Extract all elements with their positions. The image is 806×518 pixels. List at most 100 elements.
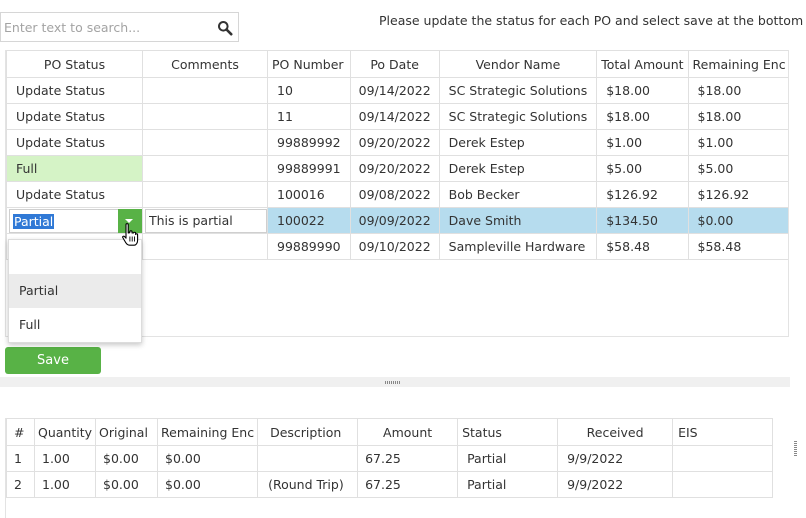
remaining-enc-cell: $18.00 — [687, 77, 788, 104]
remaining-enc-cell: $5.00 — [687, 155, 788, 182]
original-cell: $0.00 — [95, 471, 159, 498]
col-header-comments[interactable]: Comments — [142, 50, 268, 78]
table-row[interactable]: Update Status 11 09/14/2022 SC Strategic… — [6, 103, 788, 130]
po-date-cell: 09/20/2022 — [349, 155, 440, 182]
remaining-enc-cell: $58.48 — [687, 233, 788, 260]
col-header-remaining-enc[interactable]: Remaining Enc — [157, 418, 259, 446]
vendor-name-cell: SC Strategic Solutions — [438, 77, 598, 104]
po-number-cell: 10 — [267, 77, 351, 104]
table-row[interactable]: Update Status 100016 09/08/2022 Bob Beck… — [6, 181, 788, 208]
po-number-cell: 99889990 — [267, 233, 351, 260]
po-status-cell[interactable]: Update Status — [6, 103, 143, 130]
comments-cell[interactable] — [142, 233, 268, 260]
vendor-name-cell: SC Strategic Solutions — [438, 103, 598, 130]
search-box[interactable] — [0, 12, 239, 42]
po-date-cell: 09/20/2022 — [349, 129, 440, 156]
comments-cell[interactable] — [142, 181, 268, 208]
remaining-enc-cell: $1.00 — [687, 129, 788, 156]
received-cell: 9/9/2022 — [557, 471, 674, 498]
status-select-value: Partial — [13, 213, 55, 229]
quantity-cell: 1.00 — [33, 445, 97, 472]
received-cell: 9/9/2022 — [557, 445, 674, 472]
status-cell: Partial — [457, 471, 559, 498]
eis-cell — [672, 471, 774, 498]
quantity-cell: 1.00 — [33, 471, 97, 498]
po-grid-header-row: PO Status Comments PO Number Po Date Ven… — [6, 50, 788, 78]
po-number-cell: 100022 — [267, 207, 351, 234]
vendor-name-cell: Derek Estep — [438, 129, 598, 156]
dropdown-option-full[interactable]: Full — [9, 308, 141, 342]
table-row[interactable]: Update Status 10 09/14/2022 SC Strategic… — [6, 77, 788, 104]
dropdown-option-partial[interactable]: Partial — [9, 274, 141, 308]
po-number-cell: 99889992 — [267, 129, 351, 156]
comments-cell[interactable] — [142, 77, 268, 104]
comments-cell[interactable] — [142, 155, 268, 182]
total-amount-cell: $58.48 — [596, 233, 689, 260]
save-button[interactable]: Save — [5, 347, 101, 374]
search-icon[interactable] — [217, 20, 233, 36]
col-header-quantity[interactable]: Quantity — [33, 418, 97, 446]
vendor-name-cell: Derek Estep — [438, 155, 598, 182]
po-date-cell: 09/14/2022 — [349, 77, 440, 104]
col-header-number[interactable]: # — [6, 418, 35, 446]
detail-grid: # Quantity Original Remaining Enc Descri… — [5, 418, 790, 518]
total-amount-cell: $18.00 — [596, 103, 689, 130]
splitter-grip-icon[interactable] — [385, 381, 401, 384]
po-status-cell[interactable]: Full — [6, 155, 143, 182]
po-status-cell[interactable]: Update Status — [6, 77, 143, 104]
vendor-name-cell: Dave Smith — [438, 207, 598, 234]
po-date-cell: 09/10/2022 — [349, 233, 440, 260]
status-cell: Partial — [457, 445, 559, 472]
col-header-status[interactable]: Status — [457, 418, 559, 446]
po-status-cell[interactable]: Update Status — [6, 181, 143, 208]
col-header-po-number[interactable]: PO Number — [267, 50, 351, 78]
col-header-original[interactable]: Original — [95, 418, 159, 446]
po-status-cell[interactable]: Update Status — [6, 129, 143, 156]
table-row[interactable]: 1 1.00 $0.00 $0.00 67.25 Partial 9/9/202… — [6, 445, 774, 472]
col-header-remaining-enc[interactable]: Remaining Enc — [687, 50, 788, 78]
search-input[interactable] — [4, 17, 204, 37]
total-amount-cell: $134.50 — [596, 207, 689, 234]
total-amount-cell: $126.92 — [596, 181, 689, 208]
row-number-cell: 2 — [6, 471, 35, 498]
table-row[interactable]: Full 99889991 09/20/2022 Derek Estep $5.… — [6, 155, 788, 182]
comments-cell[interactable] — [142, 207, 268, 234]
amount-cell: 67.25 — [357, 445, 459, 472]
comments-input[interactable] — [145, 208, 267, 233]
remaining-enc-cell: $0.00 — [157, 445, 259, 472]
detail-grid-header-row: # Quantity Original Remaining Enc Descri… — [6, 418, 774, 446]
amount-cell: 67.25 — [357, 471, 459, 498]
vertical-splitter-grip-icon[interactable] — [794, 441, 797, 457]
description-cell: (Round Trip) — [257, 471, 359, 498]
remaining-enc-cell: $0.00 — [157, 471, 259, 498]
col-header-vendor-name[interactable]: Vendor Name — [438, 50, 598, 78]
pane-splitter[interactable] — [0, 377, 790, 387]
col-header-total-amount[interactable]: Total Amount — [596, 50, 689, 78]
col-header-po-status[interactable]: PO Status — [6, 50, 143, 78]
row-number-cell: 1 — [6, 445, 35, 472]
table-row[interactable]: Update Status 99889992 09/20/2022 Derek … — [6, 129, 788, 156]
comments-cell[interactable] — [142, 103, 268, 130]
col-header-received[interactable]: Received — [557, 418, 674, 446]
total-amount-cell: $5.00 — [596, 155, 689, 182]
table-row[interactable]: 2 1.00 $0.00 $0.00 (Round Trip) 67.25 Pa… — [6, 471, 774, 498]
po-date-cell: 09/14/2022 — [349, 103, 440, 130]
po-date-cell: 09/08/2022 — [349, 181, 440, 208]
po-number-cell: 99889991 — [267, 155, 351, 182]
total-amount-cell: $1.00 — [596, 129, 689, 156]
vendor-name-cell: Bob Becker — [438, 181, 598, 208]
col-header-eis[interactable]: EIS — [672, 418, 774, 446]
col-header-po-date[interactable]: Po Date — [349, 50, 440, 78]
remaining-enc-cell: $126.92 — [687, 181, 788, 208]
po-date-cell: 09/09/2022 — [349, 207, 440, 234]
col-header-amount[interactable]: Amount — [357, 418, 459, 446]
remaining-enc-cell: $18.00 — [687, 103, 788, 130]
po-number-cell: 100016 — [267, 181, 351, 208]
instructions-text: Please update the status for each PO and… — [379, 13, 804, 28]
description-cell — [257, 445, 359, 472]
col-header-description[interactable]: Description — [257, 418, 359, 446]
status-dropdown-list: Partial Full — [8, 239, 142, 343]
remaining-enc-cell: $0.00 — [687, 207, 788, 234]
eis-cell — [672, 445, 774, 472]
comments-cell[interactable] — [142, 129, 268, 156]
